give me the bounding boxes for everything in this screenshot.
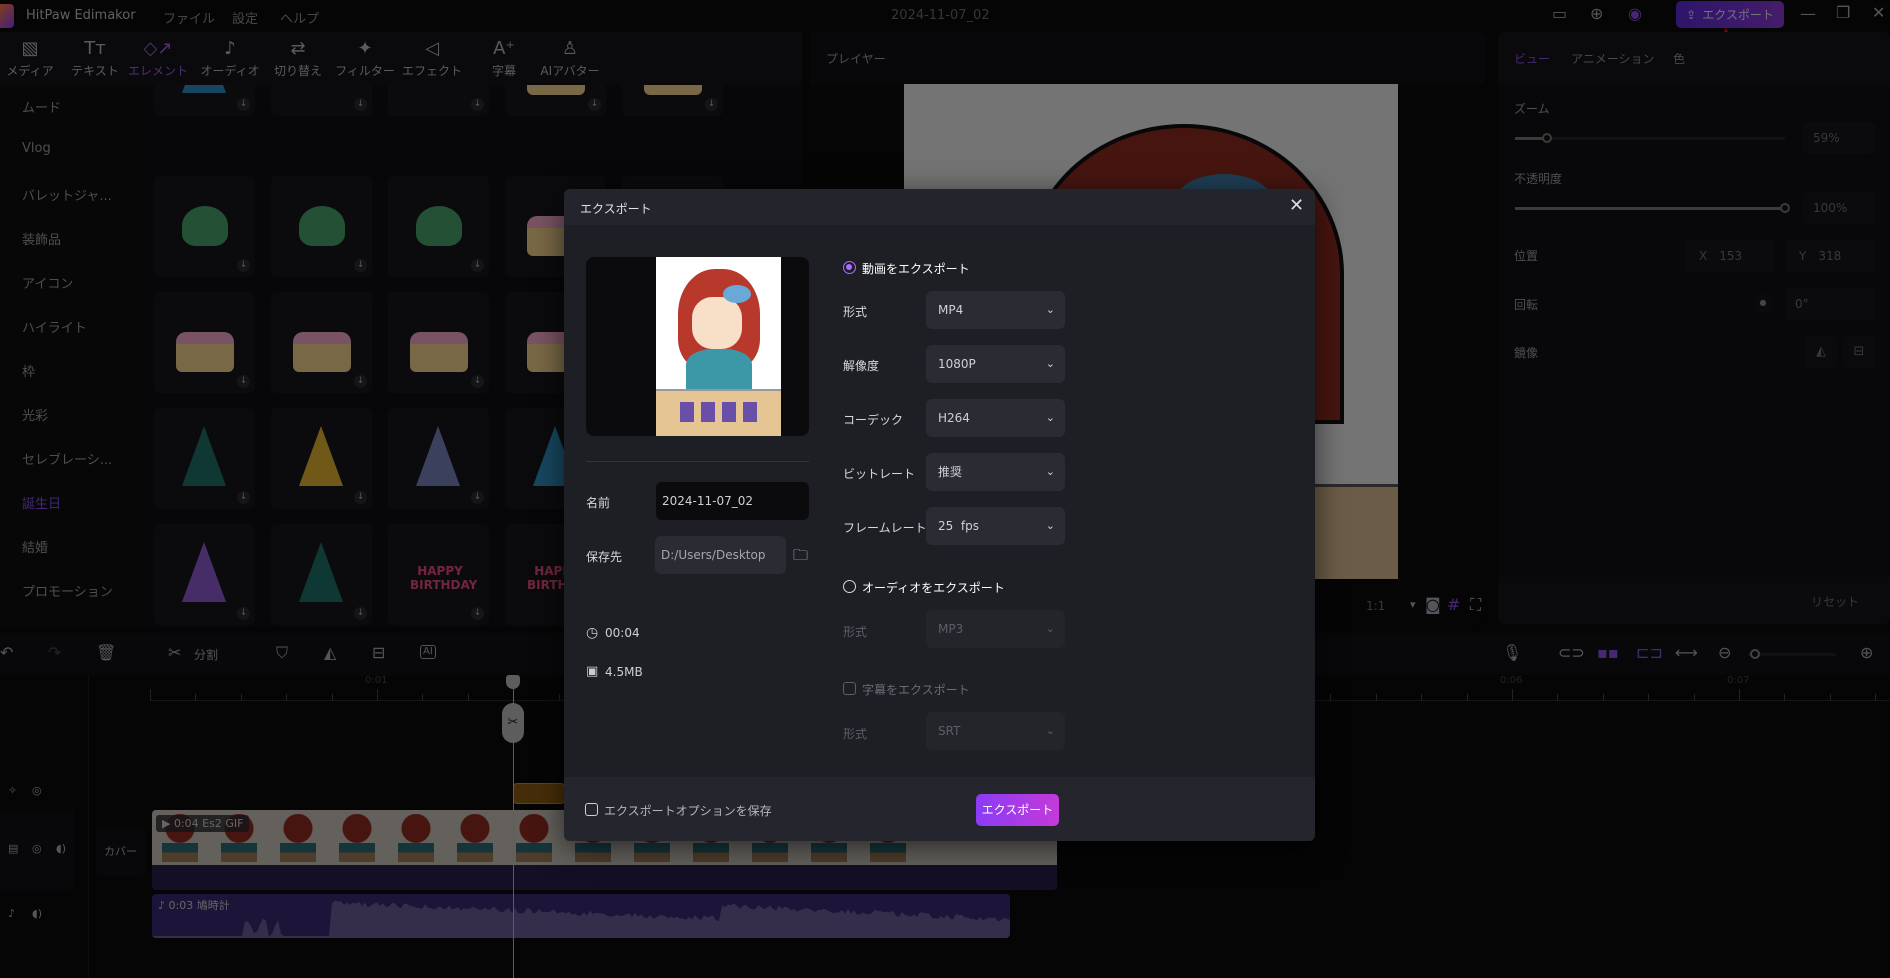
chevron-down-icon: ⌄ — [1046, 507, 1055, 545]
audio-format-select[interactable]: MP3 ⌄ — [926, 610, 1065, 648]
subtitle-format-select[interactable]: SRT ⌄ — [926, 712, 1065, 750]
save-options-checkbox[interactable] — [585, 803, 598, 816]
subtitle-format-label: 形式 — [843, 725, 867, 742]
chevron-down-icon: ⌄ — [1046, 712, 1055, 750]
format-value: MP4 — [938, 303, 963, 317]
audio-export-radio[interactable] — [843, 580, 856, 593]
bitrate-value: 推奨 — [938, 465, 962, 479]
export-dialog: エクスポート ✕ 名前 保存先 D:/Users/Desktop 🗀 ◷ 00:… — [564, 189, 1315, 841]
framerate-select[interactable]: 25 fps ⌄ — [926, 507, 1065, 545]
chevron-down-icon: ⌄ — [1046, 453, 1055, 491]
name-input[interactable] — [656, 482, 809, 520]
divider — [586, 461, 809, 462]
save-location-label: 保存先 — [586, 548, 622, 565]
video-export-label: 動画をエクスポート — [862, 260, 970, 277]
save-options-label: エクスポートオプションを保存 — [604, 802, 772, 819]
codec-value: H264 — [938, 411, 970, 425]
export-button[interactable]: エクスポート — [976, 794, 1059, 826]
clock-icon: ◷ — [586, 625, 598, 641]
resolution-label: 解像度 — [843, 357, 879, 374]
subtitle-export-checkbox[interactable] — [843, 682, 856, 695]
format-label: 形式 — [843, 303, 867, 320]
file-size: 4.5MB — [605, 665, 643, 679]
save-location-input[interactable]: D:/Users/Desktop — [655, 536, 786, 574]
dialog-title: エクスポート — [580, 200, 652, 217]
close-icon[interactable]: ✕ — [1289, 195, 1304, 216]
chevron-down-icon: ⌄ — [1046, 610, 1055, 648]
resolution-value: 1080P — [938, 357, 976, 371]
subtitle-export-label: 字幕をエクスポート — [862, 681, 970, 698]
subtitle-format-value: SRT — [938, 724, 960, 738]
video-export-radio[interactable] — [843, 261, 856, 274]
file-size-icon: ▣ — [586, 664, 598, 679]
name-label: 名前 — [586, 494, 610, 511]
bitrate-select[interactable]: 推奨 ⌄ — [926, 453, 1065, 491]
resolution-select[interactable]: 1080P ⌄ — [926, 345, 1065, 383]
audio-format-value: MP3 — [938, 622, 963, 636]
audio-export-label: オーディオをエクスポート — [862, 579, 1005, 596]
folder-icon[interactable]: 🗀 — [793, 545, 808, 570]
duration: 00:04 — [605, 626, 640, 640]
export-preview — [586, 257, 809, 436]
chevron-down-icon: ⌄ — [1046, 345, 1055, 383]
bitrate-label: ビットレート — [843, 465, 915, 482]
framerate-label: フレームレート — [843, 519, 927, 536]
format-select[interactable]: MP4 ⌄ — [926, 291, 1065, 329]
codec-select[interactable]: H264 ⌄ — [926, 399, 1065, 437]
audio-format-label: 形式 — [843, 623, 867, 640]
framerate-value: 25 fps — [938, 519, 979, 533]
chevron-down-icon: ⌄ — [1046, 399, 1055, 437]
chevron-down-icon: ⌄ — [1046, 291, 1055, 329]
codec-label: コーデック — [843, 411, 903, 428]
